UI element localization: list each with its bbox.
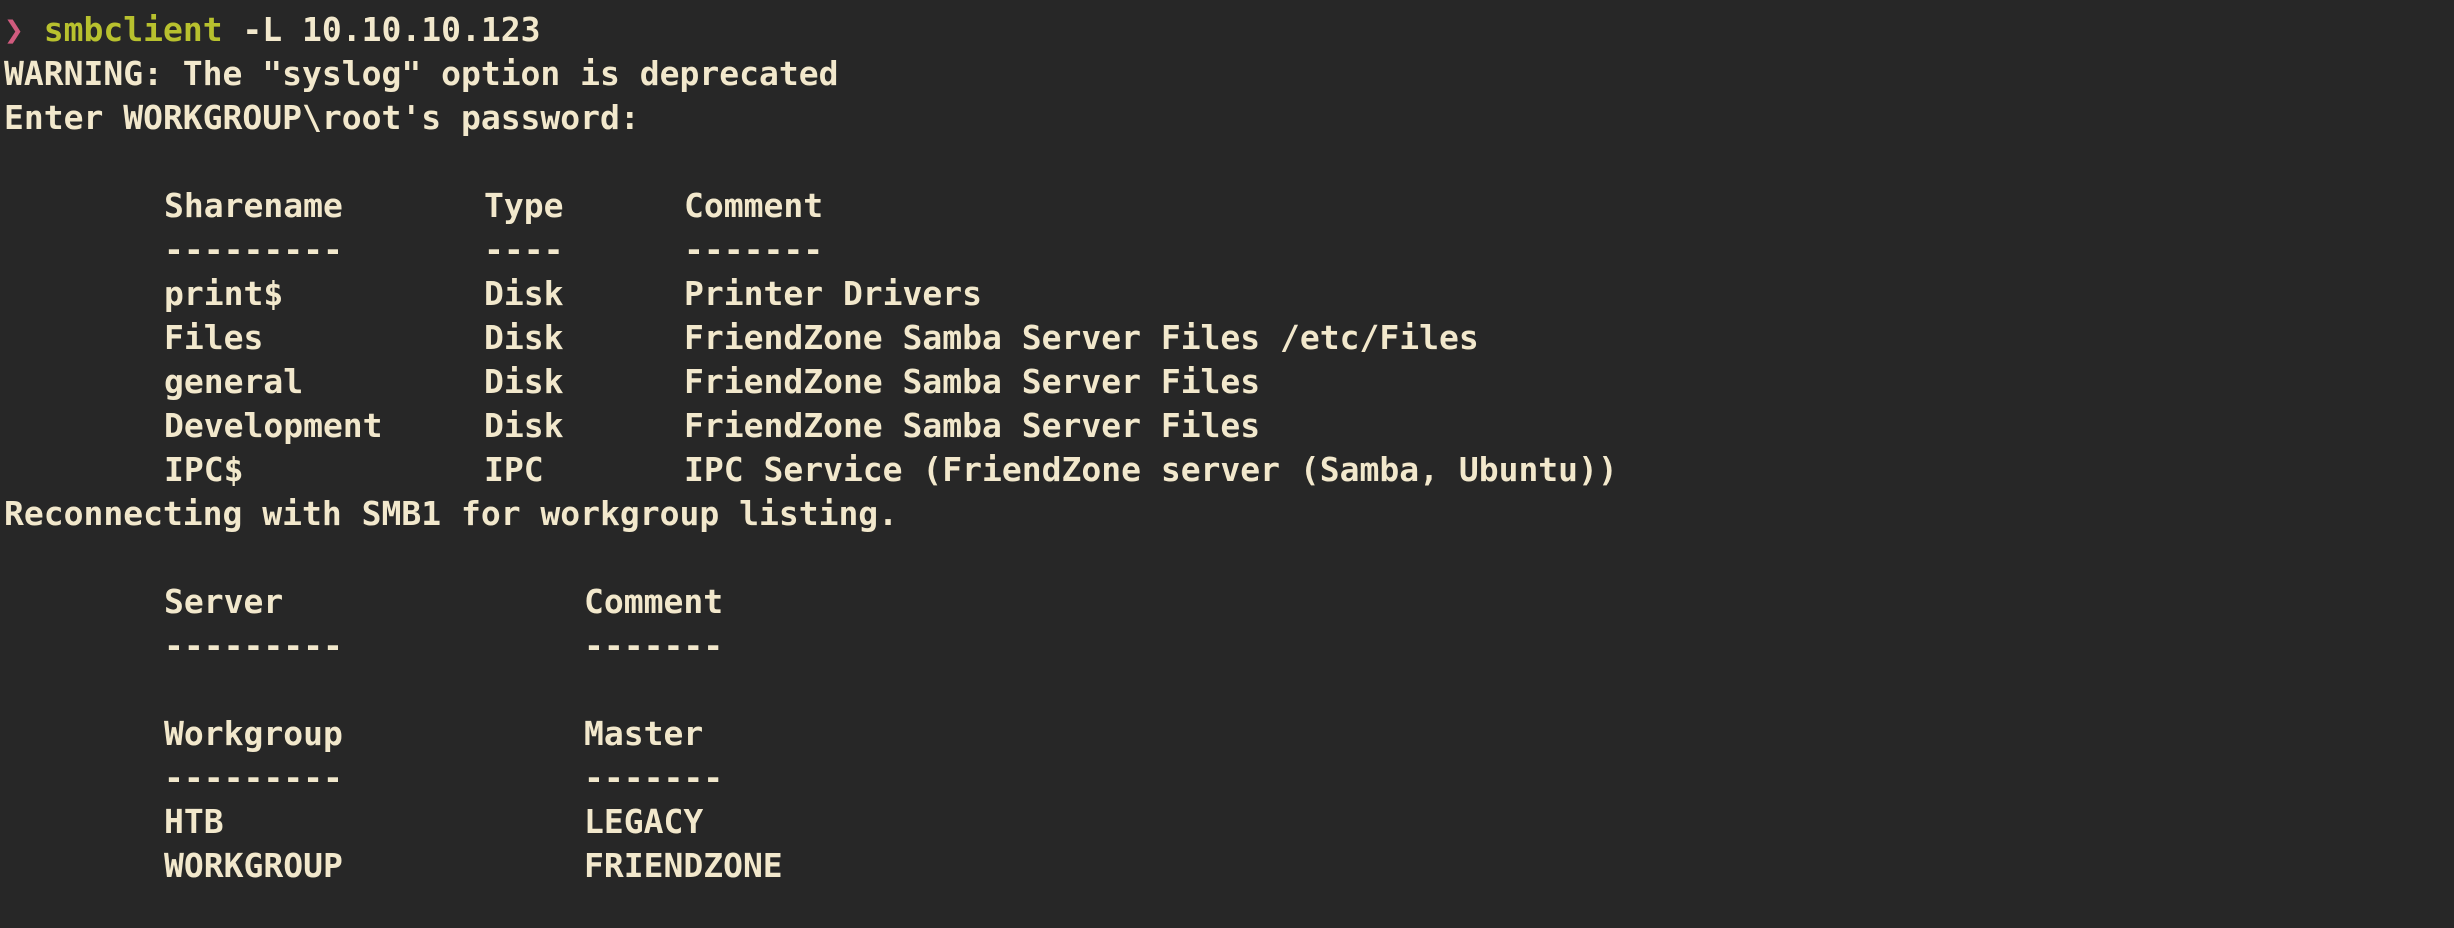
workgroup-rule-row: --------- ------- [4, 756, 1618, 800]
share-row: print$ Disk Printer Drivers [4, 272, 1618, 316]
server-header-row: Server Comment [4, 580, 1618, 624]
share-type: IPC [484, 450, 544, 489]
share-rule-sharename: --------- [164, 230, 343, 269]
server-header-comment: Comment [584, 582, 724, 621]
server-header-server: Server [164, 582, 284, 621]
share-comment: FriendZone Samba Server Files [684, 406, 1261, 445]
share-name: IPC$ [164, 450, 244, 489]
share-type: Disk [484, 406, 564, 445]
workgroup-row: WORKGROUP FRIENDZONE [4, 844, 1618, 888]
share-comment: IPC Service (FriendZone server (Samba, U… [684, 450, 1618, 489]
server-rule-row: --------- ------- [4, 624, 1618, 668]
share-name: print$ [164, 274, 284, 313]
share-type: Disk [484, 318, 564, 357]
terminal-window[interactable]: ❯ smbclient -L 10.10.10.123 WARNING: The… [0, 0, 2454, 928]
server-rule-server: --------- [164, 626, 343, 665]
share-header-sharename: Sharename [164, 186, 343, 225]
password-prompt-line: Enter WORKGROUP\root's password: [4, 98, 640, 137]
workgroup-name: HTB [164, 802, 224, 841]
workgroup-rule-workgroup: --------- [164, 758, 343, 797]
share-rule-type: ---- [484, 230, 564, 269]
prompt-arrow-icon: ❯ [4, 10, 24, 49]
command-args: -L 10.10.10.123 [222, 10, 541, 49]
warning-line: WARNING: The "syslog" option is deprecat… [4, 54, 839, 93]
share-type: Disk [484, 362, 564, 401]
command-line: ❯ smbclient -L 10.10.10.123 [4, 8, 1618, 52]
workgroup-header-master: Master [584, 714, 704, 753]
workgroup-header-row: Workgroup Master [4, 712, 1618, 756]
share-header-row: Sharename Type Comment [4, 184, 1618, 228]
share-header-comment: Comment [684, 186, 824, 225]
share-header-type: Type [484, 186, 564, 225]
share-row: Development Disk FriendZone Samba Server F… [4, 404, 1618, 448]
share-row: general Disk FriendZone Samba Server Files [4, 360, 1618, 404]
workgroup-row: HTB LEGACY [4, 800, 1618, 844]
share-row: Files Disk FriendZone Samba Server Files /… [4, 316, 1618, 360]
share-comment: FriendZone Samba Server Files /etc/Files [684, 318, 1479, 357]
share-comment: FriendZone Samba Server Files [684, 362, 1261, 401]
workgroup-master: FRIENDZONE [584, 846, 783, 885]
share-type: Disk [484, 274, 564, 313]
workgroup-header-workgroup: Workgroup [164, 714, 343, 753]
share-comment: Printer Drivers [684, 274, 983, 313]
workgroup-rule-master: ------- [584, 758, 724, 797]
share-row: IPC$ IPC IPC Service (FriendZone server (S… [4, 448, 1618, 492]
share-rule-comment: ------- [684, 230, 824, 269]
share-name: Files [164, 318, 264, 357]
server-rule-comment: ------- [584, 626, 724, 665]
share-name: Development [164, 406, 383, 445]
terminal-output: ❯ smbclient -L 10.10.10.123 WARNING: The… [4, 8, 1618, 888]
workgroup-name: WORKGROUP [164, 846, 343, 885]
workgroup-master: LEGACY [584, 802, 704, 841]
share-rule-row: --------- ---- ------- [4, 228, 1618, 272]
reconnect-line: Reconnecting with SMB1 for workgroup lis… [4, 494, 899, 533]
share-name: general [164, 362, 304, 401]
command-name: smbclient [43, 10, 223, 49]
